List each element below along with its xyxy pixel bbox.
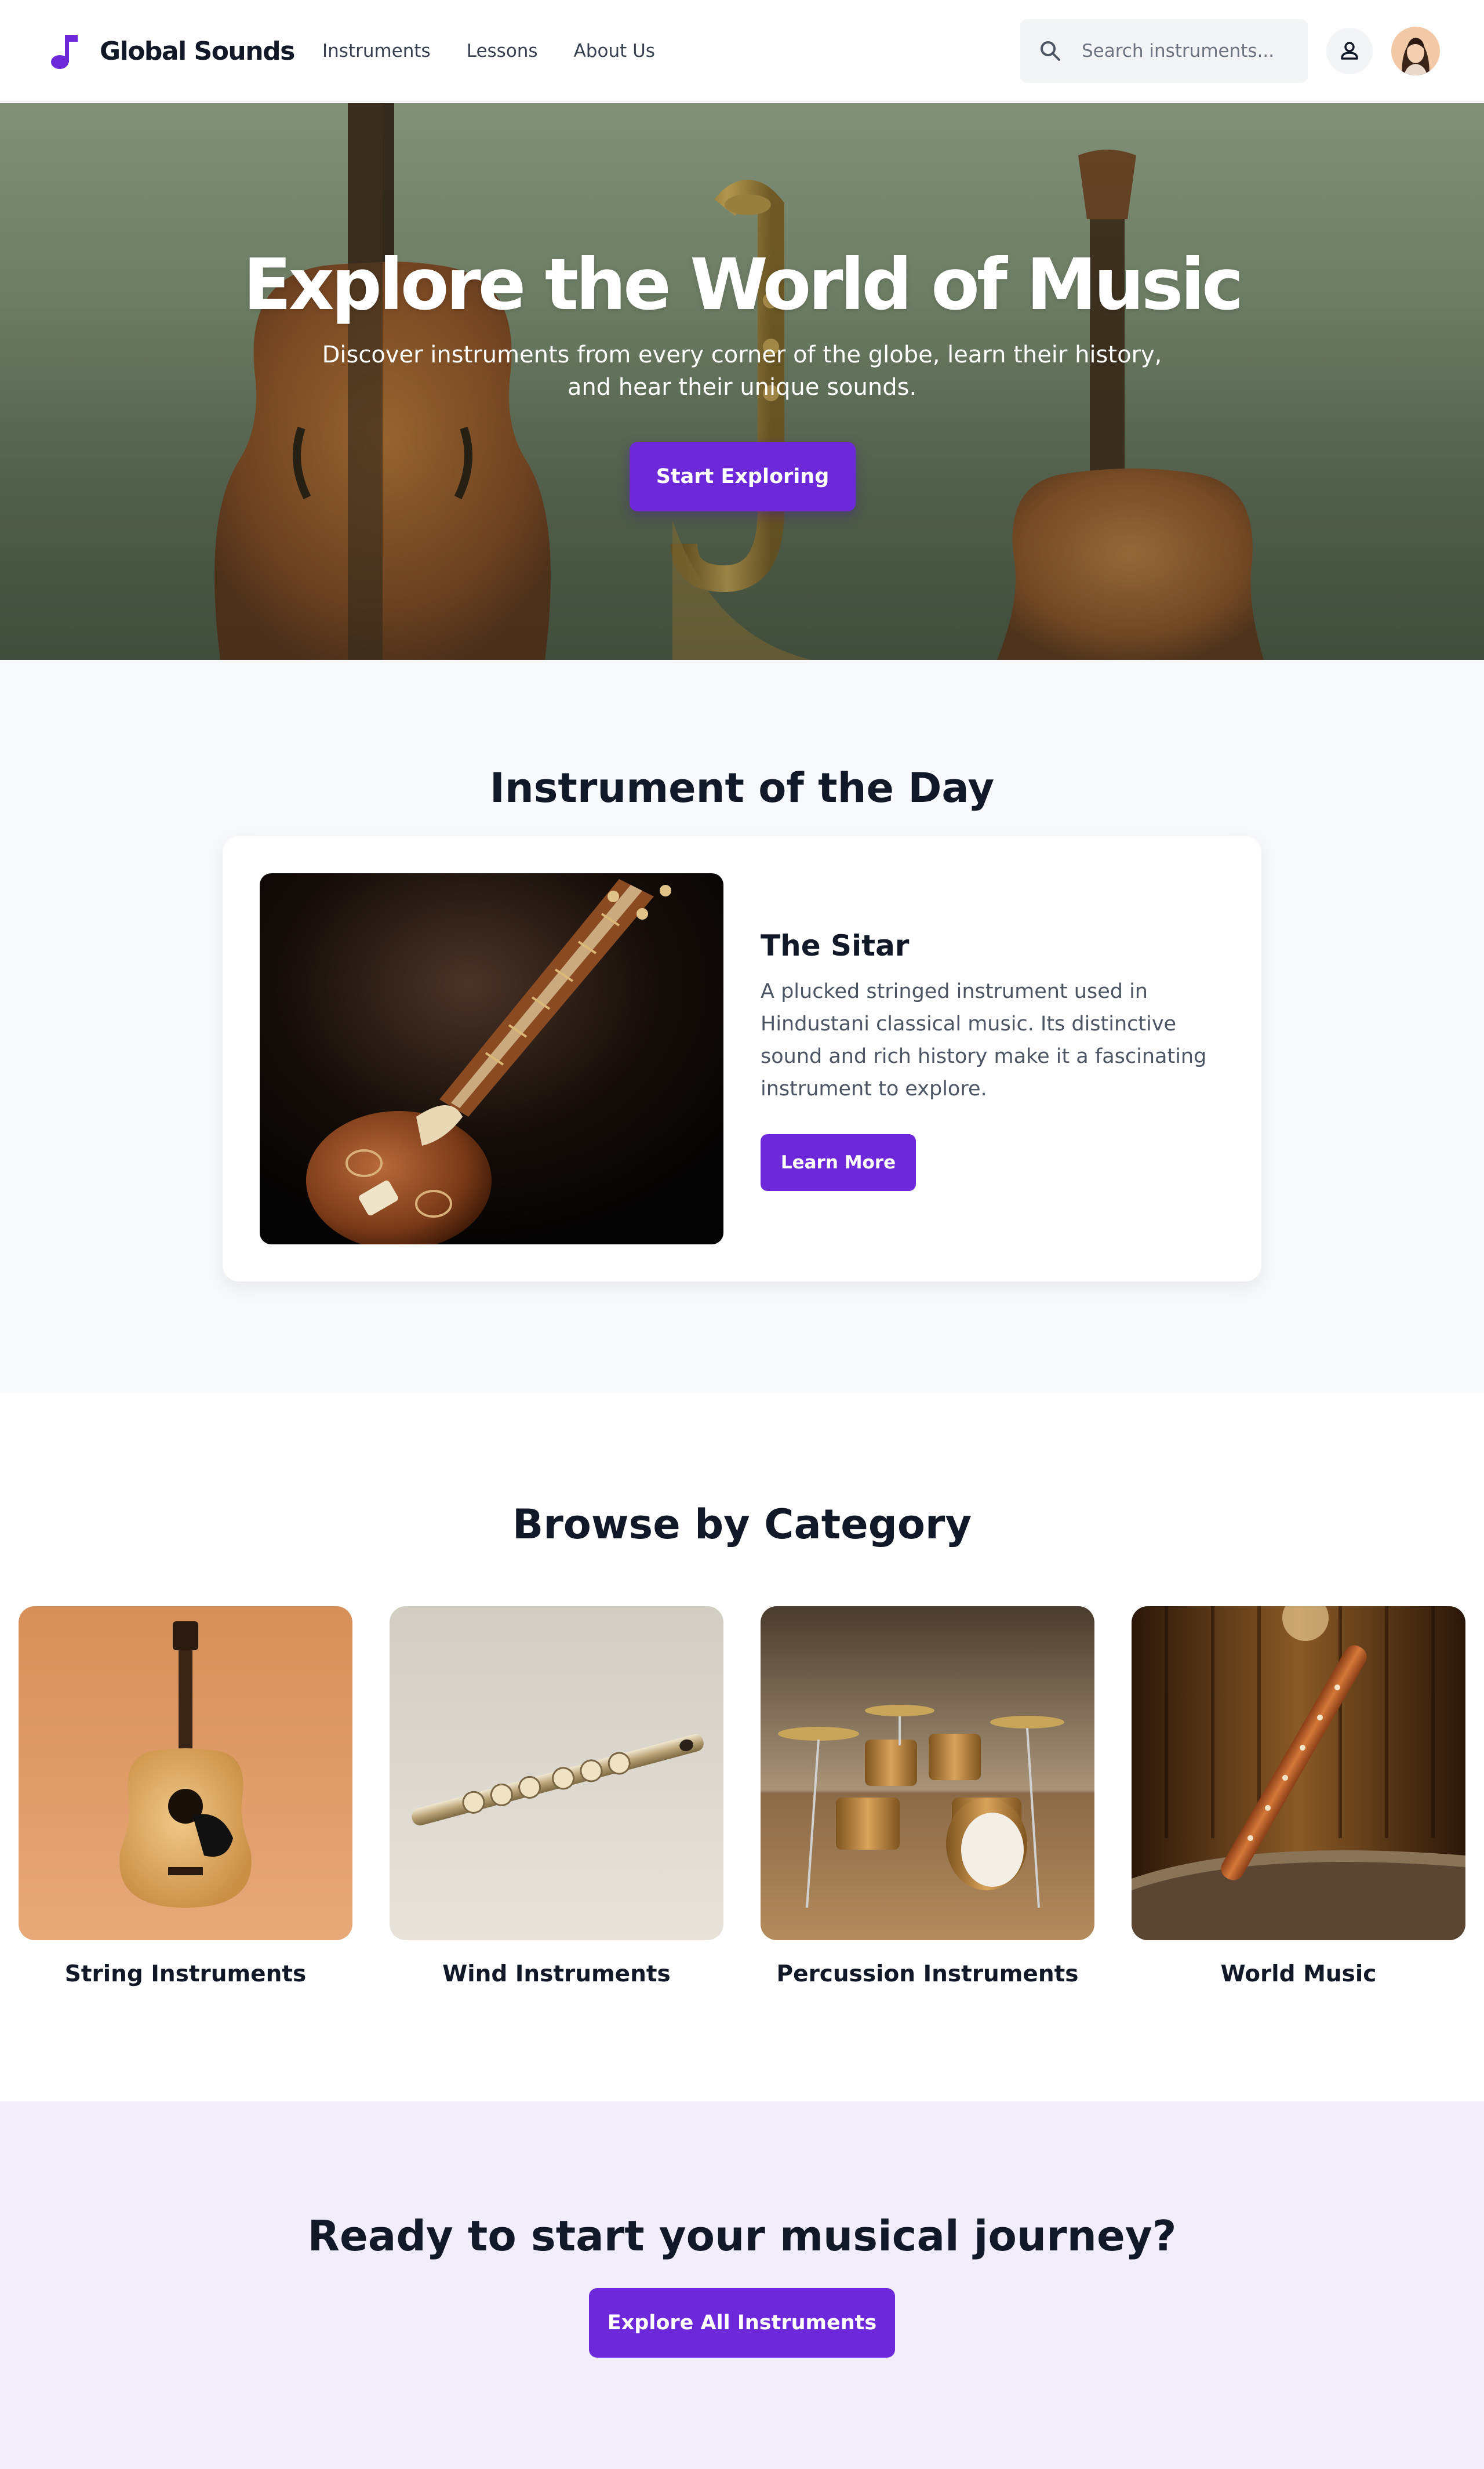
hero-title: Explore the World of Music <box>243 244 1244 326</box>
music-note-icon <box>51 35 78 69</box>
instrument-description: A plucked stringed instrument used in Hi… <box>761 980 1207 1101</box>
string-instruments-image <box>19 1606 352 1940</box>
world-music-image <box>1132 1606 1465 1940</box>
browse-by-category-section: Browse by Category String Instruments Wi… <box>0 1393 1484 2101</box>
site-header: Global Sounds Instruments Lessons About … <box>0 0 1484 102</box>
instrument-of-the-day-section: Instrument of the Day The Sitar A plucke… <box>0 660 1484 1393</box>
main-nav: Instruments Lessons About Us <box>322 37 655 65</box>
search-icon <box>1041 41 1060 61</box>
cta-section: Ready to start your musical journey? Exp… <box>0 2101 1484 2469</box>
category-card-world-music[interactable]: World Music <box>1132 1606 1465 1987</box>
sitar-image <box>260 873 723 1244</box>
category-card-string-instruments[interactable]: String Instruments <box>19 1606 352 1987</box>
cta-title: Ready to start your musical journey? <box>307 2212 1177 2260</box>
instrument-of-the-day-card: The Sitar A plucked stringed instrument … <box>223 836 1261 1281</box>
category-label-wind-instruments: Wind Instruments <box>442 1961 671 1987</box>
learn-more-button[interactable]: Learn More <box>761 1134 916 1191</box>
instrument-name: The Sitar <box>761 929 910 963</box>
explore-all-instruments-button[interactable]: Explore All Instruments <box>589 2288 895 2358</box>
user-icon <box>1341 42 1358 60</box>
hero-subtitle: Discover instruments from every corner o… <box>322 342 1162 401</box>
category-card-percussion-instruments[interactable]: Percussion Instruments <box>761 1606 1094 1987</box>
section-title-browse-by-category: Browse by Category <box>512 1501 972 1548</box>
search-box[interactable] <box>1020 19 1308 83</box>
avatar-image <box>1391 27 1440 75</box>
nav-about-us[interactable]: About Us <box>574 37 655 65</box>
category-card-wind-instruments[interactable]: Wind Instruments <box>390 1606 723 1987</box>
percussion-instruments-image <box>761 1606 1094 1940</box>
category-label-percussion-instruments: Percussion Instruments <box>776 1961 1079 1987</box>
category-label-world-music: World Music <box>1220 1961 1377 1987</box>
logo-link[interactable]: Global Sounds <box>50 32 295 70</box>
brand-name: Global Sounds <box>100 36 295 66</box>
section-title-instrument-of-the-day: Instrument of the Day <box>489 764 995 812</box>
category-label-string-instruments: String Instruments <box>64 1961 307 1987</box>
user-avatar[interactable] <box>1391 27 1440 75</box>
wind-instruments-image <box>390 1606 723 1940</box>
search-input[interactable] <box>1082 41 1290 61</box>
hero-section: Explore the World of Music Discover inst… <box>0 103 1484 660</box>
nav-lessons[interactable]: Lessons <box>467 37 538 65</box>
nav-instruments[interactable]: Instruments <box>322 37 431 65</box>
account-button[interactable] <box>1326 28 1373 74</box>
start-exploring-button[interactable]: Start Exploring <box>630 442 856 511</box>
